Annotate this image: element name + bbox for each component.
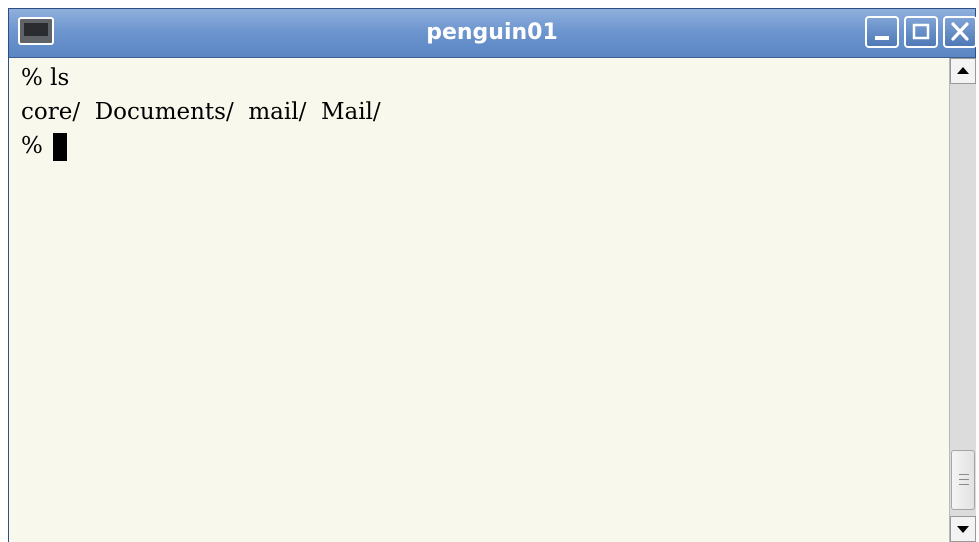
close-icon — [951, 22, 969, 41]
terminal-line: core/ Documents/ mail/ Mail/ — [21, 99, 381, 125]
close-button[interactable] — [943, 16, 977, 48]
terminal-output[interactable]: % ls core/ Documents/ mail/ Mail/ % — [9, 58, 949, 542]
thumb-grip — [959, 479, 969, 480]
thumb-grip — [959, 484, 969, 485]
minimize-button[interactable] — [865, 16, 899, 48]
scrollbar-thumb[interactable] — [951, 450, 975, 510]
scroll-down-button[interactable] — [950, 516, 976, 542]
arrow-down-icon — [957, 526, 969, 533]
arrow-up-icon — [957, 67, 969, 74]
text-cursor — [53, 133, 67, 161]
terminal-window: penguin01 % ls core/ Documents/ mail/ Ma… — [8, 8, 977, 542]
thumb-grip — [959, 474, 969, 475]
window-title: penguin01 — [426, 20, 558, 45]
maximize-icon — [912, 23, 930, 40]
terminal-prompt-line: % — [21, 133, 51, 159]
minimize-icon — [875, 36, 889, 40]
vertical-scrollbar[interactable] — [949, 58, 976, 542]
scroll-up-button[interactable] — [950, 58, 976, 84]
maximize-button[interactable] — [904, 16, 938, 48]
terminal-line: % ls — [21, 65, 70, 91]
title-bar[interactable]: penguin01 — [9, 9, 977, 58]
